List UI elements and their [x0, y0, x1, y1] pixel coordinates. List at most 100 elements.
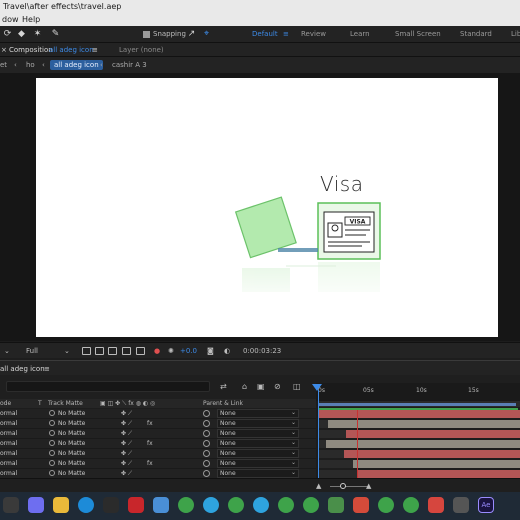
exposure-value[interactable]: +0.0 — [180, 347, 197, 355]
mcafee-icon[interactable] — [128, 497, 144, 513]
table-row[interactable]: ormal No Matte ✤ ⟋ fx None ⌄ — [0, 459, 316, 469]
rotate-tool-icon[interactable]: ⟳ — [2, 29, 13, 40]
composition-menu-icon[interactable]: ≡ — [92, 46, 98, 54]
work-area-bar[interactable] — [318, 403, 516, 406]
column-track-matte[interactable]: Track Matte — [48, 400, 83, 407]
settings-icon[interactable] — [103, 497, 119, 513]
layer-mode[interactable]: ormal — [0, 410, 17, 417]
chrome-icon[interactable] — [278, 497, 294, 513]
magnification-chevron-icon[interactable]: ⌄ — [4, 347, 10, 355]
table-row[interactable]: ormal No Matte ✤ ⟋ None ⌄ — [0, 429, 316, 439]
layer-track-matte[interactable]: No Matte — [58, 440, 85, 447]
matte-icon[interactable] — [49, 440, 55, 446]
layer-switch-icon[interactable]: ✤ ⟋ — [121, 430, 132, 438]
layer-search-input[interactable] — [6, 381, 210, 392]
table-row[interactable]: ormal No Matte ✤ ⟋ fx None ⌄ — [0, 419, 316, 429]
layer-mode[interactable]: ormal — [0, 460, 17, 467]
composition-close-icon[interactable]: × — [1, 46, 7, 54]
layer-mode[interactable]: ormal — [0, 470, 17, 477]
fx-icon[interactable]: fx — [147, 460, 153, 467]
layer-switch-icon[interactable]: ✤ ⟋ — [121, 420, 132, 428]
chrome-icon[interactable] — [303, 497, 319, 513]
motion-blur-icon[interactable]: ⊘ — [274, 382, 281, 391]
telegram-icon[interactable] — [203, 497, 219, 513]
fx-icon[interactable]: fx — [147, 440, 153, 447]
aftereffects-icon[interactable]: Ae — [478, 497, 494, 513]
workspace-learn[interactable]: Learn — [350, 30, 370, 38]
layer-switch-icon[interactable]: ✤ ⟋ — [121, 440, 132, 448]
layer-parent-select[interactable]: None ⌄ — [217, 459, 299, 468]
workspace-libraries[interactable]: Lib — [511, 30, 520, 38]
workspace-default[interactable]: Default — [252, 30, 278, 38]
fx-icon[interactable]: fx — [147, 420, 153, 427]
workspace-small-screen[interactable]: Small Screen — [395, 30, 441, 38]
pick-whip-icon[interactable] — [203, 470, 210, 477]
zoom-out-icon[interactable]: ▲ — [316, 482, 321, 490]
layer-track-matte[interactable]: No Matte — [58, 430, 85, 437]
layer-switch-icon[interactable]: ✤ ⟋ — [121, 460, 132, 468]
layer-parent-select[interactable]: None ⌄ — [217, 409, 299, 418]
resolution-select[interactable]: Full — [26, 347, 38, 355]
draft-3d-icon[interactable]: ⌂ — [242, 382, 247, 391]
pick-whip-icon[interactable] — [203, 430, 210, 437]
layer-switch-icon[interactable]: ✤ ⟋ — [121, 450, 132, 458]
layer-bar[interactable] — [353, 460, 520, 468]
mail-icon[interactable] — [353, 497, 369, 513]
layer-mode[interactable]: ormal — [0, 430, 17, 437]
start-icon[interactable] — [3, 497, 19, 513]
current-timecode[interactable]: 0:00:03:23 — [243, 347, 281, 355]
snap-features-icon[interactable]: ⌖ — [201, 29, 212, 40]
eraser-tool-icon[interactable]: ◆ — [16, 29, 27, 40]
maps-icon[interactable] — [328, 497, 344, 513]
matte-icon[interactable] — [49, 450, 55, 456]
mask-visibility-icon[interactable] — [108, 347, 117, 355]
color-management-icon[interactable]: ● — [154, 347, 160, 355]
breadcrumb-item-active[interactable]: all adeg icon — [50, 60, 103, 70]
composition-name[interactable]: all adeg icon — [49, 46, 94, 54]
layer-bar[interactable] — [358, 470, 520, 478]
layer-track-matte[interactable]: No Matte — [58, 460, 85, 467]
record-icon[interactable] — [428, 497, 444, 513]
matte-icon[interactable] — [49, 460, 55, 466]
files-icon[interactable] — [153, 497, 169, 513]
channel-icon[interactable] — [136, 347, 145, 355]
layer-parent-select[interactable]: None ⌄ — [217, 469, 299, 478]
layer-parent-select[interactable]: None ⌄ — [217, 449, 299, 458]
layer-mode[interactable]: ormal — [0, 420, 17, 427]
layer-parent-select[interactable]: None ⌄ — [217, 429, 299, 438]
layer-parent-select[interactable]: None ⌄ — [217, 439, 299, 448]
zoom-in-icon[interactable]: ▲ — [366, 482, 371, 490]
breadcrumb-item-cashir[interactable]: cashir A 3 — [112, 60, 147, 70]
column-mode[interactable]: ode — [0, 400, 11, 407]
pick-whip-icon[interactable] — [203, 440, 210, 447]
layer-bar[interactable] — [318, 410, 520, 418]
camera-icon[interactable] — [453, 497, 469, 513]
chrome-icon[interactable] — [228, 497, 244, 513]
breadcrumb-left-icon[interactable]: ‹ — [100, 60, 103, 70]
zoom-slider[interactable] — [330, 486, 370, 487]
layer-switch-icon[interactable]: ✤ ⟋ — [121, 470, 132, 478]
layer-panel-label[interactable]: Layer (none) — [119, 46, 164, 54]
pin-tool-icon[interactable]: ✎ — [50, 29, 61, 40]
layer-switch-icon[interactable]: ✤ ⟋ — [121, 410, 132, 418]
comp-flowchart-icon[interactable]: ⇄ — [220, 382, 227, 391]
layer-track-matte[interactable]: No Matte — [58, 450, 85, 457]
zoom-slider-thumb[interactable] — [340, 483, 346, 489]
snapshot-icon[interactable]: ◙ — [207, 347, 214, 355]
chrome-icon[interactable] — [178, 497, 194, 513]
timeline-menu-icon[interactable]: ≡ — [44, 365, 50, 373]
transparency-grid-icon[interactable] — [95, 347, 104, 355]
table-row[interactable]: ormal No Matte ✤ ⟋ None ⌄ — [0, 449, 316, 459]
graph-editor-icon[interactable]: ◫ — [293, 382, 301, 391]
layer-bar[interactable] — [326, 440, 520, 448]
edge-icon[interactable] — [78, 497, 94, 513]
table-row[interactable]: ormal No Matte ✤ ⟋ None ⌄ — [0, 409, 316, 419]
grid-guides-icon[interactable] — [122, 347, 131, 355]
column-parent[interactable]: Parent & Link — [203, 400, 243, 407]
workspace-review[interactable]: Review — [301, 30, 326, 38]
workspace-menu-icon[interactable]: ≡ — [283, 30, 289, 38]
layer-track-matte[interactable]: No Matte — [58, 410, 85, 417]
layer-mode[interactable]: ormal — [0, 450, 17, 457]
puppet-tool-icon[interactable]: ✶ — [32, 29, 43, 40]
show-snapshot-icon[interactable]: ◐ — [224, 347, 230, 355]
